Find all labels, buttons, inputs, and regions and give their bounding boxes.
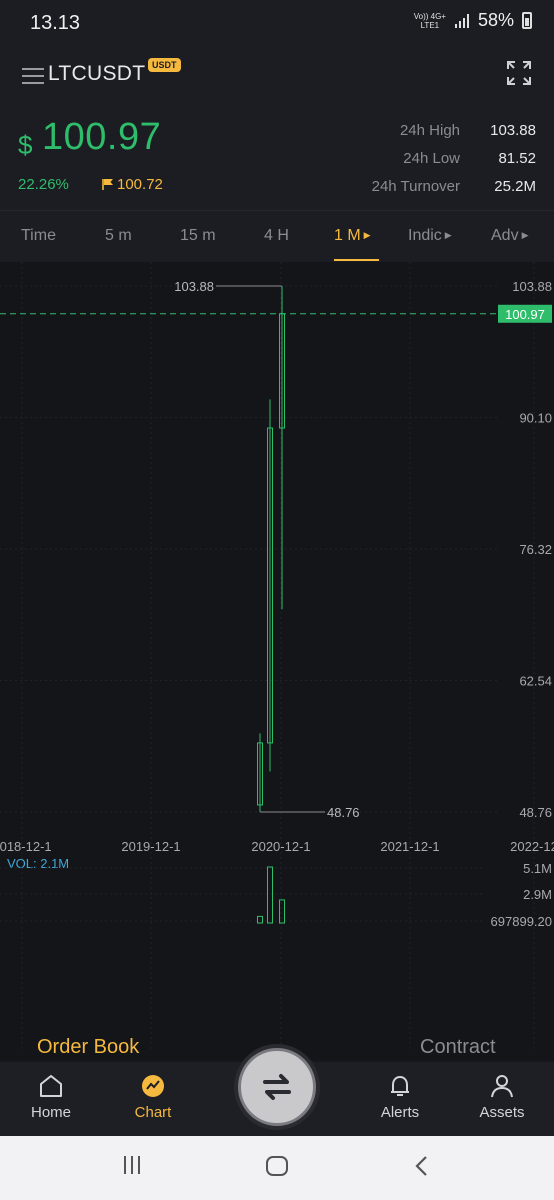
network-indicator: Vo)) 4G+ LTE1 (413, 11, 446, 30)
nav-alerts-label: Alerts (380, 1104, 420, 1121)
high-marker-label: 103.88 (174, 279, 214, 294)
volume-bar (279, 899, 285, 924)
recent-apps-icon[interactable] (121, 1154, 143, 1176)
home-icon (40, 1075, 62, 1097)
y-tick-label: 48.76 (519, 805, 552, 820)
tab-15m[interactable]: 15 m (180, 227, 216, 245)
fullscreen-icon[interactable] (506, 60, 532, 86)
market-header: LTCUSDT USDT $ 100.97 22.26% 100.72 24h … (0, 46, 554, 210)
x-tick-label: 2020-12-1 (251, 839, 310, 854)
pair-selector[interactable]: LTCUSDT (48, 62, 145, 86)
active-tab-indicator (334, 259, 379, 261)
tab-indicators-arrow-icon: ▶ (444, 230, 452, 241)
battery-icon (522, 12, 532, 29)
tab-advanced-arrow-icon: ▶ (521, 230, 529, 241)
mark-price-value: 100.72 (117, 176, 163, 193)
user-icon (491, 1075, 513, 1098)
tab-advanced[interactable]: Adv ▶ (491, 227, 529, 245)
nav-chart[interactable]: Chart (108, 1072, 198, 1121)
y-tick-label: 103.88 (512, 279, 552, 294)
stats-panel: 24h High 103.88 24h Low 81.52 24h Turnov… (320, 116, 536, 200)
nav-assets[interactable]: Assets (457, 1072, 547, 1121)
volume-bar (257, 915, 263, 924)
tab-5m[interactable]: 5 m (105, 227, 132, 245)
volume-tick-label: 2.9M (523, 887, 552, 902)
low-marker-label: 48.76 (327, 805, 360, 820)
menu-icon[interactable] (22, 68, 44, 84)
tab-time[interactable]: Time (21, 227, 56, 245)
trade-button[interactable] (238, 1048, 316, 1126)
chart-canvas[interactable]: 103.88 90.10 76.32 62.54 48.76 2018-12-1 2019-… (0, 262, 554, 1060)
signal-icon (454, 13, 469, 28)
chart-icon (142, 1075, 164, 1097)
flag-icon (102, 179, 113, 190)
nav-chart-label: Chart (134, 1104, 172, 1121)
volume-bar (267, 866, 273, 924)
system-nav-bar (0, 1136, 554, 1200)
tab-1m[interactable]: 1 M ▶ (334, 227, 371, 245)
stat-24h-high: 24h High 103.88 (399, 121, 536, 139)
x-tick-label: 2022-12 (510, 839, 554, 854)
status-time: 13.13 (30, 12, 81, 34)
bell-icon (391, 1075, 409, 1096)
nav-home[interactable]: Home (6, 1072, 96, 1121)
y-tick-label: 76.32 (519, 542, 552, 557)
nav-assets-label: Assets (479, 1104, 525, 1121)
x-tick-label: 2018-12-1 (0, 839, 52, 854)
y-tick-label: 62.54 (519, 674, 552, 689)
back-icon[interactable] (412, 1154, 432, 1178)
tab-1m-arrow-icon: ▶ (363, 230, 371, 241)
last-price: 100.97 (42, 116, 162, 158)
tab-1m-label: 1 M (334, 227, 361, 244)
volume-label: VOL: 2.1M (7, 856, 69, 871)
nav-home-label: Home (30, 1104, 71, 1121)
price-chart[interactable]: 103.88 90.10 76.32 62.54 48.76 2018-12-1 2019-… (0, 262, 554, 1060)
home-button-icon[interactable] (265, 1154, 289, 1178)
y-tick-label: 90.10 (519, 411, 552, 426)
contract-tab[interactable]: Contract (420, 1036, 496, 1059)
status-bar: 13.13 Vo)) 4G+ LTE1 58% (0, 0, 554, 46)
timeframe-tabs: Time 5 m 15 m 4 H 1 M ▶ Indic ▶ Adv ▶ (0, 210, 554, 262)
tab-advanced-label: Adv (491, 227, 519, 244)
battery-percent: 58% (477, 10, 514, 30)
stat-24h-low: 24h Low 81.52 (403, 149, 536, 167)
nav-alerts[interactable]: Alerts (355, 1072, 445, 1121)
change-percent: 22.26% (18, 176, 69, 193)
currency-symbol: $ (18, 130, 33, 160)
stat-24h-turnover: 24h Turnover 25.2M (371, 177, 536, 195)
tab-indicators[interactable]: Indic ▶ (408, 227, 452, 245)
tab-indicators-label: Indic (408, 227, 442, 244)
volume-tick-label: 5.1M (523, 861, 552, 876)
x-tick-label: 2021-12-1 (380, 839, 439, 854)
mark-price: 100.72 (102, 176, 163, 193)
tab-4h[interactable]: 4 H (264, 227, 289, 245)
order-book-tab[interactable]: Order Book (37, 1036, 139, 1059)
swap-icon (263, 1074, 291, 1100)
status-icons: Vo)) 4G+ LTE1 58% (414, 10, 532, 31)
quote-badge: USDT (148, 58, 181, 72)
last-price-badge-label: 100.97 (505, 307, 545, 322)
volume-tick-label: 697899.20 (491, 914, 552, 929)
x-tick-label: 2019-12-1 (121, 839, 180, 854)
